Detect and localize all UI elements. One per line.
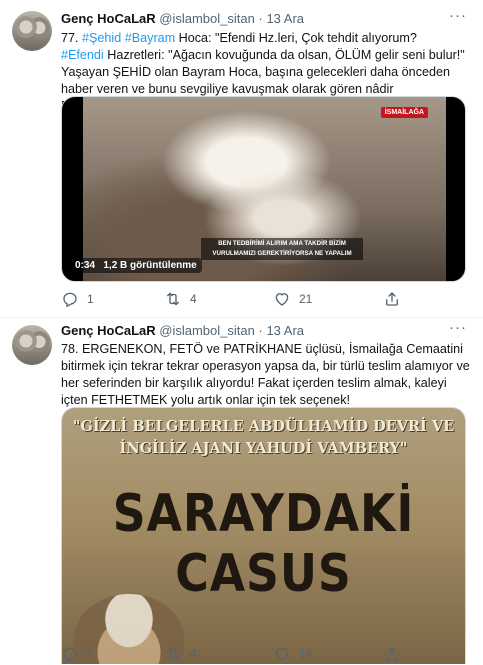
share-icon bbox=[383, 290, 401, 308]
tweet-date[interactable]: 13 Ara bbox=[266, 323, 304, 338]
retweet-button[interactable]: 4 bbox=[164, 644, 197, 664]
tweet-image[interactable]: "GİZLİ BELGELERLE ABDÜLHAMİD DEVRİ VE İN… bbox=[61, 407, 466, 664]
poster-subtitle-line2: İNGİLİZ AJANI YAHUDİ VAMBERY" bbox=[119, 440, 408, 457]
hashtag-bayram[interactable]: #Bayram bbox=[125, 31, 175, 45]
like-count: 21 bbox=[299, 292, 313, 306]
like-count: 16 bbox=[299, 647, 313, 661]
avatar[interactable] bbox=[12, 11, 52, 51]
share-button[interactable] bbox=[383, 644, 409, 664]
tweet-header: Genç HoCaLaR @islambol_sitan · 13 Ara bbox=[61, 322, 304, 340]
like-icon bbox=[273, 290, 291, 308]
channel-logo: İSMAİLAĞA bbox=[380, 107, 428, 118]
reply-count: 1 bbox=[87, 292, 94, 306]
poster-subtitle-line1: "GİZLİ BELGELERLE ABDÜLHAMİD DEVRİ VE bbox=[72, 418, 455, 435]
video-duration: 0:34 bbox=[75, 260, 96, 271]
retweet-count: 4 bbox=[190, 647, 197, 661]
poster-title-line2: CASUS bbox=[175, 544, 352, 604]
author-handle[interactable]: @islambol_sitan bbox=[159, 11, 255, 26]
share-button[interactable] bbox=[383, 289, 409, 309]
reply-button[interactable]: 1 bbox=[61, 289, 94, 309]
text-line2: Hazretleri: "Ağacın kovuğunda da olsan, … bbox=[103, 48, 465, 62]
retweet-count: 4 bbox=[190, 292, 197, 306]
poster-title: SARAYDAKİ CASUS bbox=[86, 484, 441, 604]
tweet-actions: 1 4 21 bbox=[61, 289, 471, 309]
avatar[interactable] bbox=[12, 325, 52, 365]
hashtag-sehid[interactable]: #Şehid bbox=[82, 31, 121, 45]
tweet-78[interactable]: Genç HoCaLaR @islambol_sitan · 13 Ara ··… bbox=[0, 318, 483, 665]
author-handle[interactable]: @islambol_sitan bbox=[159, 323, 255, 338]
like-button[interactable]: 16 bbox=[273, 644, 312, 664]
tweet-date[interactable]: 13 Ara bbox=[266, 11, 304, 26]
retweet-icon bbox=[164, 645, 182, 663]
like-button[interactable]: 21 bbox=[273, 289, 312, 309]
more-icon[interactable]: ··· bbox=[447, 8, 469, 28]
reply-icon bbox=[61, 645, 79, 663]
reply-button[interactable]: 1 bbox=[61, 644, 94, 664]
tweet-actions: 1 4 16 bbox=[61, 644, 471, 664]
retweet-icon bbox=[164, 290, 182, 308]
text-prefix: 77. bbox=[61, 31, 83, 45]
more-icon[interactable]: ··· bbox=[447, 320, 469, 340]
author-name[interactable]: Genç HoCaLaR bbox=[61, 323, 156, 338]
like-icon bbox=[273, 645, 291, 663]
tweet-77[interactable]: Genç HoCaLaR @islambol_sitan · 13 Ara ··… bbox=[0, 0, 483, 318]
share-icon bbox=[383, 645, 401, 663]
video-subtitle: BEN TEDBİRİMİ ALIRIM AMA TAKDİR BİZİM VU… bbox=[201, 238, 363, 260]
separator: · bbox=[258, 11, 263, 26]
video-player[interactable]: İSMAİLAĞA BEN TEDBİRİMİ ALIRIM AMA TAKDİ… bbox=[61, 96, 466, 282]
video-frame[interactable]: İSMAİLAĞA BEN TEDBİRİMİ ALIRIM AMA TAKDİ… bbox=[83, 97, 446, 281]
separator: · bbox=[258, 323, 263, 338]
tweet-header: Genç HoCaLaR @islambol_sitan · 13 Ara bbox=[61, 10, 304, 28]
reply-icon bbox=[61, 290, 79, 308]
reply-count: 1 bbox=[87, 647, 94, 661]
poster-title-line1: SARAYDAKİ bbox=[112, 484, 415, 544]
hashtag-efendi[interactable]: #Efendi bbox=[61, 48, 104, 62]
poster-subtitle: "GİZLİ BELGELERLE ABDÜLHAMİD DEVRİ VE İN… bbox=[62, 416, 465, 460]
author-name[interactable]: Genç HoCaLaR bbox=[61, 11, 156, 26]
tweet-text: 78. ERGENEKON, FETÖ ve PATRİKHANE üçlüsü… bbox=[61, 342, 470, 407]
video-info: 0:34 1,2 B görüntülenme bbox=[70, 258, 202, 273]
text-line1: Hoca: "Efendi Hz.leri, Çok tehdit alıyor… bbox=[175, 31, 417, 45]
video-views: 1,2 B görüntülenme bbox=[103, 260, 197, 271]
retweet-button[interactable]: 4 bbox=[164, 289, 197, 309]
